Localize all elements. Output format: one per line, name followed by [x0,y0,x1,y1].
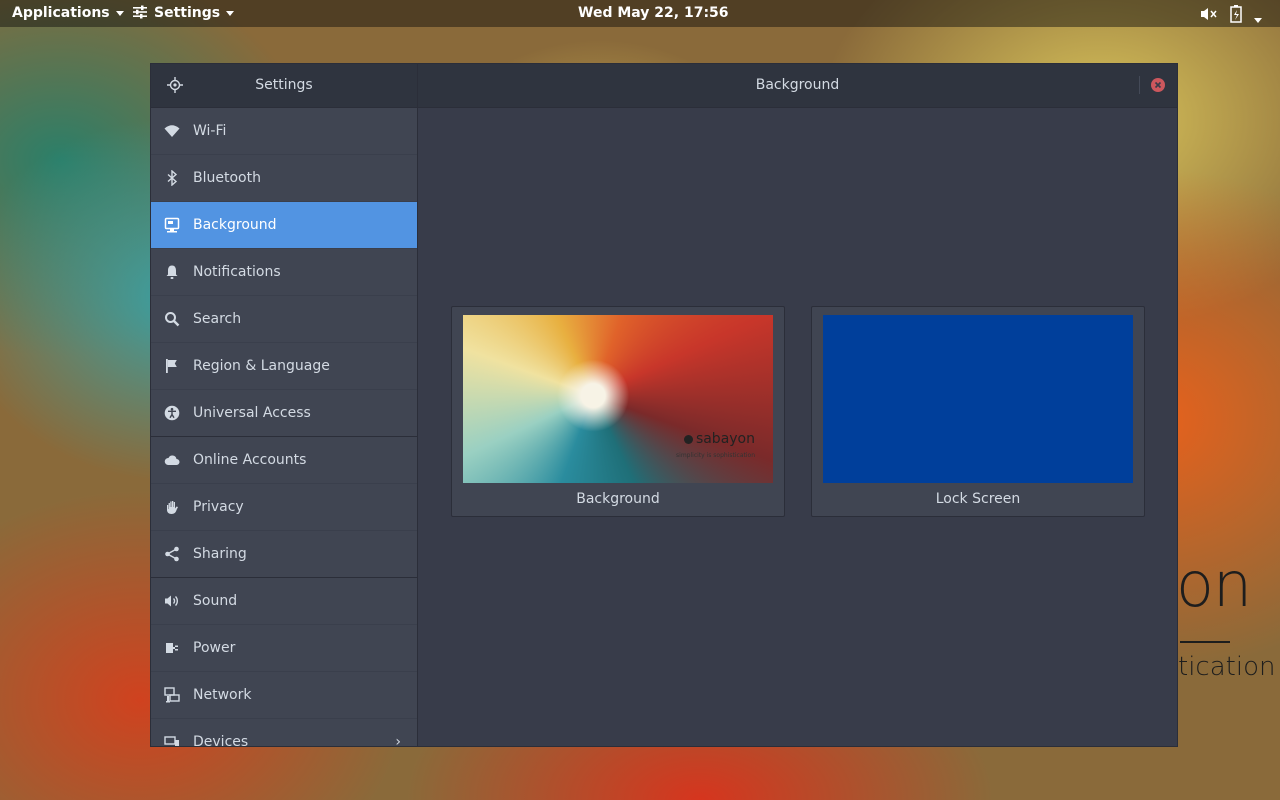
lock-screen-thumbnail [823,315,1133,483]
background-card-label: Background [576,491,660,507]
wallpaper-tagline: simplicity is sophistication [676,452,755,459]
chevron-right-icon: › [395,734,401,746]
settings-app-menu[interactable]: Settings [132,0,235,27]
wallpaper-logo-text: on [1176,548,1252,621]
sidebar-item-label: Devices [193,734,249,746]
sliders-icon [133,5,147,19]
cloud-icon [164,455,180,465]
page-title: Background [755,77,840,93]
hand-icon [167,501,178,514]
background-panel: sabayon simplicity is sophistication Bac… [418,108,1177,746]
speaker-icon [165,595,178,607]
background-icon [164,217,180,233]
sidebar-item-bluetooth[interactable]: Bluetooth [151,155,417,202]
wifi-icon [164,125,180,137]
sidebar-item-label: Privacy [193,499,244,515]
applications-label: Applications [12,5,110,21]
close-icon [1154,81,1162,89]
battery-charging-icon[interactable] [1230,5,1242,23]
sidebar-item-label: Universal Access [193,405,311,421]
flag-icon [166,359,177,373]
wallpaper-brand-text: sabayon [695,431,755,447]
chevron-down-icon [1254,18,1262,23]
sidebar-item-privacy[interactable]: Privacy [151,484,417,531]
sidebar-item-label: Search [193,311,242,327]
volume-muted-icon[interactable] [1200,6,1218,22]
devices-icon [164,736,179,746]
sidebar-item-sound[interactable]: Sound [151,578,417,625]
bluetooth-icon [167,170,178,186]
sidebar-item-wifi[interactable]: Wi-Fi [151,108,417,155]
sidebar-item-label: Wi-Fi [193,123,227,139]
wallpaper-tagline-text: tication [1178,652,1276,682]
lock-screen-card[interactable]: Lock Screen [811,306,1145,517]
search-icon [165,312,180,327]
sidebar-item-region-language[interactable]: Region & Language [151,343,417,390]
sidebar-item-label: Power [193,640,236,656]
sidebar-title: Settings [255,77,313,93]
settings-sidebar: Wi-Fi Bluetooth Background Notifications… [151,108,418,746]
accessibility-icon [164,405,180,421]
lock-screen-card-label: Lock Screen [935,491,1021,507]
sidebar-item-universal-access[interactable]: Universal Access [151,390,417,437]
sidebar-item-network[interactable]: Network [151,672,417,719]
settings-window: Settings Background Wi-Fi Bluetooth Back… [150,63,1178,747]
bell-icon [166,265,178,279]
sidebar-item-label: Background [193,217,277,233]
sidebar-item-online-accounts[interactable]: Online Accounts [151,437,417,484]
chevron-down-icon [115,10,124,16]
system-menu-arrow[interactable] [1254,10,1262,29]
sidebar-item-label: Sharing [193,546,247,562]
sidebar-item-sharing[interactable]: Sharing [151,531,417,578]
sidebar-item-background[interactable]: Background [151,202,417,249]
chevron-down-icon [226,10,235,16]
applications-menu[interactable]: Applications [12,0,124,27]
power-icon [166,643,178,653]
header-bar: Settings Background [151,64,1177,108]
wallpaper-brand-logo: sabayon [683,431,755,447]
share-icon [165,546,179,562]
sidebar-item-label: Network [193,687,252,703]
sidebar-item-label: Sound [193,593,238,609]
sidebar-item-label: Online Accounts [193,452,307,468]
clock[interactable]: Wed May 22, 17:56 [578,0,729,27]
sidebar-item-notifications[interactable]: Notifications [151,249,417,296]
sidebar-item-power[interactable]: Power [151,625,417,672]
sidebar-item-label: Bluetooth [193,170,261,186]
wallpaper-divider [1180,641,1230,643]
sidebar-header: Settings [151,64,418,107]
top-bar: Applications Settings Wed May 22, 17:56 [0,0,1280,27]
background-thumbnail: sabayon simplicity is sophistication [463,315,773,483]
sidebar-item-search[interactable]: Search [151,296,417,343]
header-separator [1139,76,1140,94]
close-button[interactable] [1151,78,1165,92]
sidebar-item-label: Region & Language [193,358,330,374]
network-icon [164,687,180,703]
sidebar-item-label: Notifications [193,264,281,280]
background-card[interactable]: sabayon simplicity is sophistication Bac… [451,306,785,517]
settings-app-label: Settings [154,5,221,21]
sidebar-item-devices[interactable]: Devices › [151,719,417,746]
